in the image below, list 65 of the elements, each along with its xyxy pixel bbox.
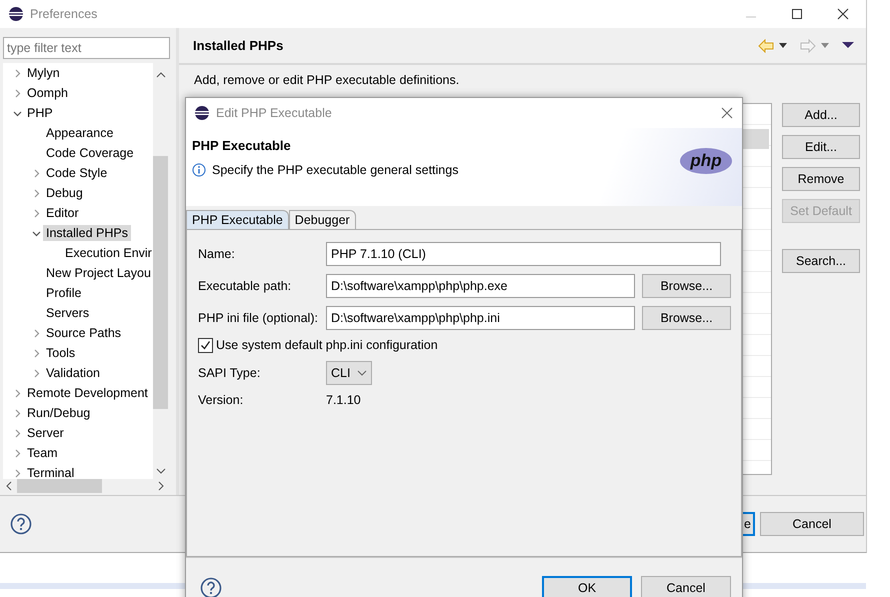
browse-button[interactable]: Browse...	[642, 274, 731, 298]
tree-item[interactable]: Server	[24, 425, 67, 441]
info-icon	[192, 162, 206, 177]
tree-item[interactable]: Source Paths	[43, 325, 124, 341]
window-title: Preferences	[30, 7, 98, 21]
dialog-button[interactable]: Cancel	[641, 576, 731, 597]
dropdown-icon[interactable]	[778, 42, 788, 48]
chevron-down-icon[interactable]	[357, 370, 367, 376]
help-icon[interactable]	[10, 513, 32, 535]
path-field[interactable]: D:\software\xampp\php\php.ini	[326, 306, 635, 330]
tree-item[interactable]: Team	[24, 445, 61, 461]
page-title: Installed PHPs	[193, 38, 284, 53]
tree-item[interactable]: Execution Envir	[62, 245, 153, 261]
dialog-button[interactable]: e	[742, 512, 755, 536]
action-button[interactable]: Edit...	[782, 135, 860, 159]
tree-item[interactable]: Code Coverage	[43, 145, 137, 161]
field-label: Name:	[198, 246, 236, 263]
tree-item[interactable]: Terminal	[24, 465, 78, 479]
app-icon	[194, 104, 210, 121]
tree-item[interactable]: New Project Layou	[43, 265, 153, 281]
tree-item[interactable]: Profile	[43, 285, 84, 301]
tree-item[interactable]: Mylyn	[24, 65, 63, 81]
dialog-button[interactable]: OK	[542, 576, 632, 597]
checkbox-label[interactable]: Use system default php.ini configuration	[216, 338, 438, 352]
app-icon	[8, 6, 24, 22]
version-value: 7.1.10	[326, 392, 362, 407]
tree-item[interactable]: Oomph	[24, 85, 71, 101]
filter-field[interactable]: type filter text	[3, 37, 170, 59]
tab[interactable]: PHP Executable	[186, 210, 289, 229]
dialog-heading: PHP Executable	[192, 138, 292, 153]
forward-arrow-icon	[800, 38, 816, 52]
tree-item[interactable]: Run/Debug	[24, 405, 94, 421]
path-field[interactable]: D:\software\xampp\php\php.exe	[326, 274, 635, 298]
action-button[interactable]: Search...	[782, 249, 860, 273]
scroll-down-icon[interactable]	[156, 467, 166, 475]
tree-item[interactable]: Tools	[43, 345, 78, 361]
field-label: Version:	[198, 392, 244, 407]
field-label: Executable path:	[198, 278, 292, 295]
tree-item[interactable]: Appearance	[43, 125, 116, 141]
name-field[interactable]: PHP 7.1.10 (CLI)	[326, 242, 721, 266]
tree-item[interactable]: Servers	[43, 305, 92, 321]
dialog-button[interactable]: Cancel	[760, 512, 864, 536]
field-label: PHP ini file (optional):	[198, 310, 319, 327]
dropdown-icon	[820, 42, 830, 48]
tab[interactable]: Debugger	[288, 210, 356, 229]
dialog-title: Edit PHP Executable	[216, 106, 333, 120]
tree-item[interactable]: Debug	[43, 185, 86, 201]
tree-item[interactable]: Validation	[43, 365, 103, 381]
tree-item[interactable]: PHP	[24, 105, 56, 121]
tree-item[interactable]: Remote Development	[24, 385, 151, 401]
scroll-up-icon[interactable]	[156, 71, 166, 79]
field-label: SAPI Type:	[198, 364, 262, 382]
tree-item[interactable]: Editor	[43, 205, 82, 221]
dialog-message: Specify the PHP executable general settings	[212, 162, 458, 177]
php-logo: php	[680, 148, 732, 174]
page-description: Add, remove or edit PHP executable definitions.	[194, 73, 460, 87]
checkbox[interactable]	[198, 338, 213, 353]
help-icon[interactable]	[200, 577, 222, 597]
menu-dropdown-icon[interactable]	[842, 42, 854, 49]
action-button[interactable]: Add...	[782, 103, 860, 127]
tree-item[interactable]: Code Style	[43, 165, 110, 181]
sapi-dropdown[interactable]: CLI	[326, 360, 372, 385]
browse-button[interactable]: Browse...	[642, 306, 731, 330]
action-button[interactable]: Remove	[782, 167, 860, 191]
tree-item[interactable]: Installed PHPs	[43, 225, 131, 241]
